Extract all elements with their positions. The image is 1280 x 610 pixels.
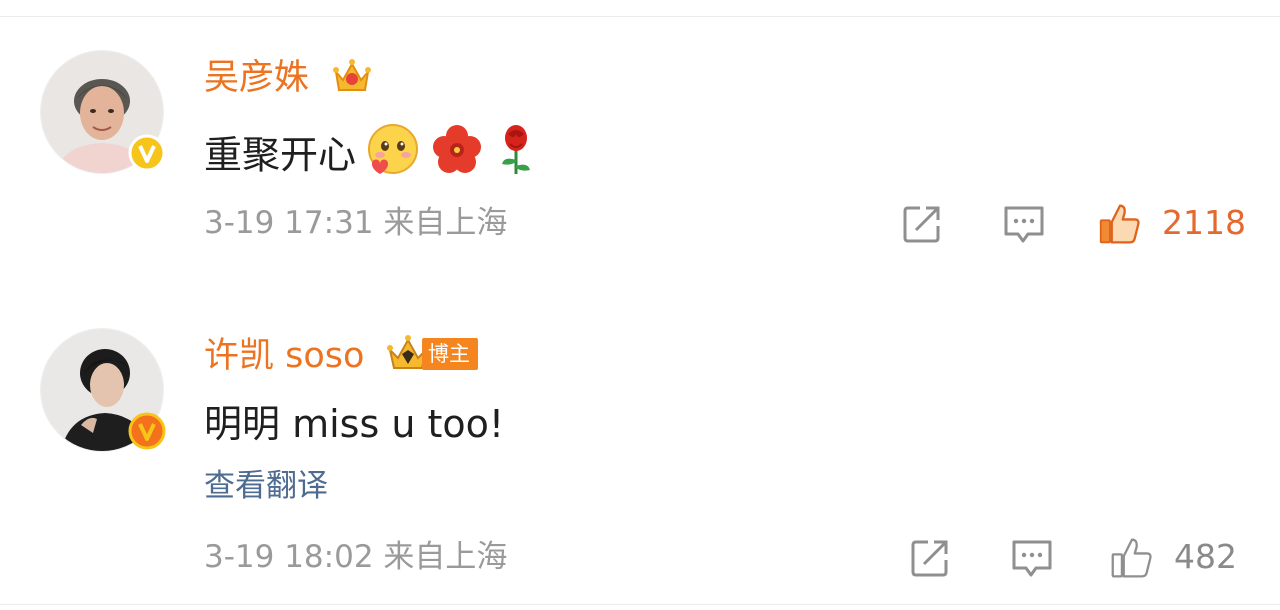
comment-actions: 482	[0, 532, 1280, 582]
comment-content: 明明 miss u too!	[204, 400, 504, 448]
blogger-badge: 博主	[422, 338, 478, 370]
username[interactable]: 许凯 soso	[204, 336, 364, 376]
user-badges	[330, 54, 374, 98]
like-count: 482	[1174, 537, 1237, 576]
username[interactable]: 吴彦姝	[204, 58, 309, 98]
thumbs-up-icon[interactable]	[1098, 202, 1142, 246]
comment-content: 重聚开心	[204, 122, 538, 187]
share-icon[interactable]	[900, 202, 944, 246]
user-badges: 博主	[386, 332, 478, 376]
verified-badge-icon	[128, 134, 166, 172]
bottom-divider	[0, 604, 1280, 605]
rose-emoji	[494, 122, 538, 187]
comment-text: 明明 miss u too!	[204, 402, 505, 446]
share-icon[interactable]	[908, 536, 952, 580]
blush-heart-emoji	[366, 122, 420, 187]
comment-icon[interactable]	[1002, 202, 1046, 246]
red-flower-emoji	[430, 122, 484, 187]
avatar[interactable]	[40, 50, 166, 174]
comment-list: 吴彦姝 重聚开心 3-19 17:31 来自上海 2118 许凯 soso 博主…	[0, 0, 1280, 610]
comment-item: 许凯 soso 博主 明明 miss u too! 查看翻译 3-19 18:0…	[0, 328, 1280, 598]
like-count: 2118	[1162, 203, 1246, 242]
comment-item: 吴彦姝 重聚开心 3-19 17:31 来自上海 2118	[0, 50, 1280, 290]
crown-icon[interactable]	[330, 54, 374, 98]
comment-text: 重聚开心	[204, 132, 357, 177]
comment-actions: 2118	[0, 198, 1280, 248]
avatar[interactable]	[40, 328, 166, 452]
top-divider	[0, 16, 1280, 17]
comment-icon[interactable]	[1010, 536, 1054, 580]
translate-link[interactable]: 查看翻译	[204, 466, 328, 506]
verified-badge-icon	[128, 412, 166, 450]
thumbs-up-icon[interactable]	[1110, 536, 1154, 580]
